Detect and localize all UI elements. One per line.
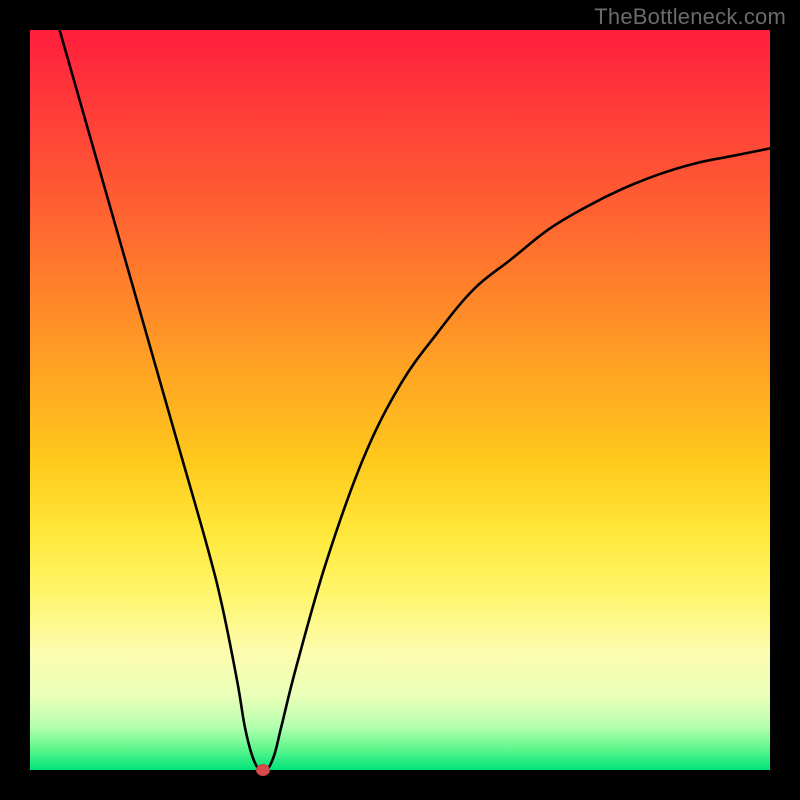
watermark: TheBottleneck.com xyxy=(594,4,786,30)
chart-frame: TheBottleneck.com xyxy=(0,0,800,800)
bottleneck-curve xyxy=(30,30,770,770)
minimum-marker xyxy=(256,764,270,776)
